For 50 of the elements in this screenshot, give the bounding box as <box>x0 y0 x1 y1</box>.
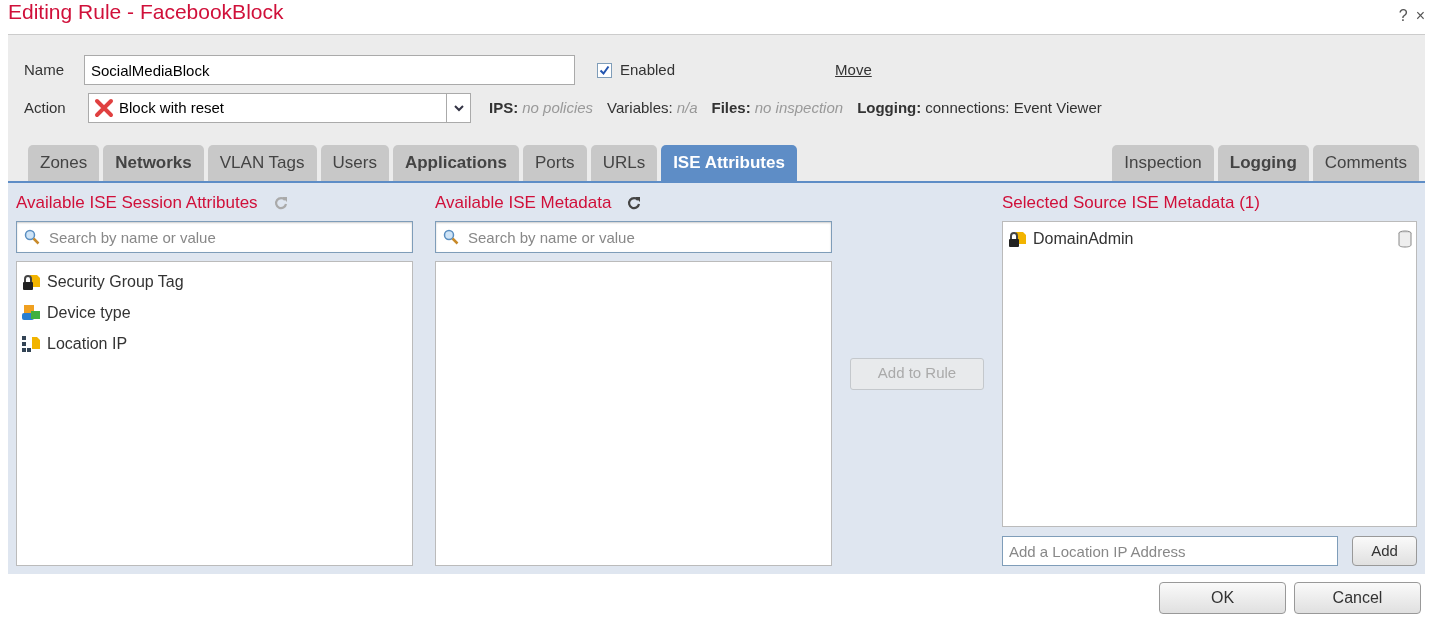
search-field[interactable]: Search by name or value <box>16 221 413 253</box>
summary-label: Variables: <box>607 97 673 118</box>
tab[interactable]: Comments <box>1312 145 1419 181</box>
tab[interactable]: URLs <box>590 145 658 181</box>
search-icon <box>443 229 459 245</box>
enabled-checkbox[interactable] <box>597 62 612 78</box>
list-item[interactable]: Device type <box>21 297 408 328</box>
list-item[interactable]: Security Group Tag <box>21 266 408 297</box>
name-field[interactable]: SocialMediaBlock <box>84 55 575 85</box>
summary-value: no policies <box>522 97 594 118</box>
action-label: Action <box>24 97 67 118</box>
search-icon <box>24 229 40 245</box>
summary-value: no inspection <box>754 97 844 118</box>
tab[interactable]: Ports <box>522 145 587 181</box>
summary-label: Files: <box>711 97 751 118</box>
chevron-down-icon <box>453 104 464 112</box>
section-title: Selected Source ISE Metadata (1) <box>1002 192 1260 215</box>
network-tag-icon <box>21 334 41 353</box>
close-button[interactable]: × <box>1415 4 1425 28</box>
tab[interactable]: Networks <box>103 145 204 181</box>
list-item[interactable]: Location IP <box>21 328 408 359</box>
tab[interactable]: VLAN Tags <box>207 145 317 181</box>
enabled-label: Enabled <box>620 59 676 80</box>
move-link[interactable]: Move <box>835 58 872 82</box>
tab[interactable]: Zones <box>28 145 100 181</box>
tab[interactable]: Logging <box>1217 145 1309 181</box>
ip-address-field[interactable]: Add a Location IP Address <box>1002 536 1338 566</box>
summary-value: n/a <box>676 97 698 118</box>
cross-icon <box>93 98 115 118</box>
summary-value: connections: Event Viewer <box>925 97 1102 118</box>
dialog-button[interactable]: OK <box>1159 582 1286 614</box>
tab[interactable]: Applications <box>392 145 519 181</box>
tab[interactable]: Inspection <box>1112 145 1214 181</box>
section-title: Available ISE Session Attributes <box>16 192 258 215</box>
name-label: Name <box>24 59 65 80</box>
add-button[interactable]: Add <box>1352 536 1417 566</box>
window-title: Editing Rule - FacebookBlock <box>8 0 284 24</box>
tab[interactable]: Users <box>320 145 389 181</box>
dialog-button[interactable]: Cancel <box>1294 582 1421 614</box>
summary-label: Logging: <box>857 97 922 118</box>
help-button[interactable]: ? <box>1398 4 1408 28</box>
summary-label: IPS: <box>489 97 519 118</box>
list-item[interactable]: DomainAdmin <box>1033 227 1392 251</box>
search-field[interactable]: Search by name or value <box>435 221 832 253</box>
section-title: Available ISE Metadata <box>435 192 612 215</box>
refresh-icon[interactable] <box>627 196 642 210</box>
action-dropdown[interactable]: Block with reset <box>88 93 471 123</box>
device-icon <box>21 303 41 322</box>
lock-tag-icon <box>21 272 41 291</box>
lock-tag-icon <box>1007 230 1027 248</box>
